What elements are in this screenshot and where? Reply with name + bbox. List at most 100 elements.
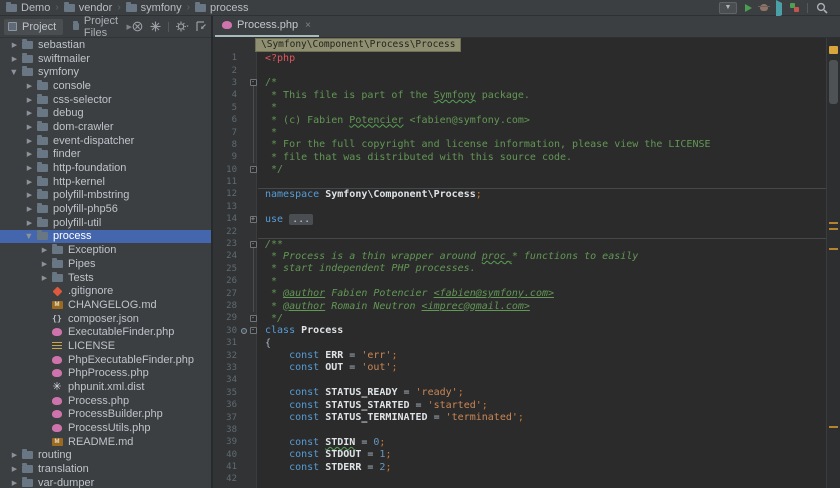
profiler-button[interactable] — [790, 1, 799, 15]
fold-collapse-icon[interactable]: - — [248, 314, 258, 322]
tree-item[interactable]: ▶ debug — [0, 106, 211, 120]
debug-button[interactable] — [758, 1, 770, 15]
tree-item[interactable]: ▶ dom-crawler — [0, 120, 211, 134]
locate-button[interactable] — [150, 21, 161, 32]
collapse-all-button[interactable] — [132, 21, 143, 32]
tree-item[interactable]: ▶ Tests — [0, 271, 211, 285]
tree-item[interactable]: ▶ translation — [0, 462, 211, 476]
collapse-arrow-icon[interactable]: ▶ — [10, 68, 18, 77]
tree-item[interactable]: ▶ProcessUtils.php — [0, 421, 211, 435]
tab-project[interactable]: Project — [4, 18, 64, 35]
tree-item[interactable]: ▶ finder — [0, 148, 211, 162]
error-stripe-scrollbar[interactable] — [826, 38, 840, 488]
fold-collapse-icon[interactable]: - — [248, 327, 258, 335]
tree-item[interactable]: ▶ polyfill-mbstring — [0, 189, 211, 203]
fold-collapse-icon[interactable]: - — [248, 240, 258, 248]
expand-arrow-icon[interactable]: ▶ — [25, 109, 34, 117]
project-tab-label: Project — [22, 20, 57, 33]
code-text: const STATUS_TERMINATED = 'terminated'; — [289, 412, 524, 424]
expand-arrow-icon[interactable]: ▶ — [40, 274, 49, 282]
fold-collapse-icon[interactable]: - — [248, 166, 258, 174]
expand-arrow-icon[interactable]: ▶ — [40, 260, 49, 268]
warning-stripe-mark[interactable] — [829, 222, 838, 224]
tree-item[interactable]: ▶MREADME.md — [0, 435, 211, 449]
expand-arrow-icon[interactable]: ▶ — [25, 219, 34, 227]
tree-item[interactable]: ▶ProcessBuilder.php — [0, 408, 211, 422]
editor-body[interactable]: \Symfony\Component\Process\Process 1 <?ph… — [213, 38, 840, 488]
tab-project-files[interactable]: Project Files ▶ — [73, 15, 132, 39]
tree-item[interactable]: ▶{}composer.json — [0, 312, 211, 326]
expand-arrow-icon[interactable]: ▶ — [25, 137, 34, 145]
tree-item[interactable]: ▶ symfony — [0, 65, 211, 79]
warning-stripe-mark[interactable] — [829, 228, 838, 230]
code-text: /** — [265, 238, 284, 250]
line-number: 38 — [226, 424, 237, 435]
settings-button[interactable] — [175, 21, 189, 32]
close-icon[interactable]: × — [305, 20, 311, 31]
tree-item[interactable]: ▶ http-kernel — [0, 175, 211, 189]
tab-process-php[interactable]: Process.php × — [215, 15, 319, 37]
collapse-arrow-icon[interactable]: ▶ — [25, 232, 33, 241]
warning-stripe-mark[interactable] — [829, 248, 838, 250]
search-button[interactable] — [816, 1, 828, 15]
tree-item[interactable]: ▶✳phpunit.xml.dist — [0, 380, 211, 394]
breadcrumb: Demo › vendor › symfony › process — [6, 1, 249, 14]
tree-item[interactable]: ▶ console — [0, 79, 211, 93]
warning-stripe-mark[interactable] — [829, 426, 838, 428]
tree-item[interactable]: ▶ polyfill-util — [0, 216, 211, 230]
expand-arrow-icon[interactable]: ▶ — [25, 191, 34, 199]
tree-item[interactable]: ▶MCHANGELOG.md — [0, 298, 211, 312]
run-button[interactable] — [745, 1, 752, 15]
expand-arrow-icon[interactable]: ▶ — [25, 150, 34, 158]
tree-item[interactable]: ▶ Exception — [0, 243, 211, 257]
tree-item[interactable]: ▶ routing — [0, 449, 211, 463]
tree-item[interactable]: ▶ css-selector — [0, 93, 211, 107]
code-line: 3 -/* — [213, 77, 826, 89]
expand-arrow-icon[interactable]: ▶ — [25, 82, 34, 90]
tree-item[interactable]: ▶ http-foundation — [0, 161, 211, 175]
expand-arrow-icon[interactable]: ▶ — [10, 479, 19, 487]
expand-arrow-icon[interactable]: ▶ — [25, 123, 34, 131]
tree-item[interactable]: ▶PhpProcess.php — [0, 367, 211, 381]
inspection-indicator[interactable] — [829, 46, 838, 54]
tree-item[interactable]: ▶Process.php — [0, 394, 211, 408]
expand-arrow-icon[interactable]: ▶ — [25, 96, 34, 104]
fold-collapse-icon[interactable]: - — [248, 79, 258, 87]
folded-code-placeholder[interactable]: ... — [289, 213, 314, 225]
tree-item[interactable]: ▶ Pipes — [0, 257, 211, 271]
tree-item[interactable]: ▶LICENSE — [0, 339, 211, 353]
project-panel: Project Project Files ▶ ▶ sebastian ▶ swift… — [0, 15, 213, 488]
scrollbar-thumb[interactable] — [829, 60, 838, 104]
tree-item[interactable]: ▶ event-dispatcher — [0, 134, 211, 148]
expand-arrow-icon[interactable]: ▶ — [10, 465, 19, 473]
breadcrumb-item[interactable]: process — [194, 1, 249, 14]
tree-item[interactable]: ▶ process — [0, 229, 211, 244]
tree-item[interactable]: ▶PhpExecutableFinder.php — [0, 353, 211, 367]
folder-icon — [51, 271, 63, 283]
tree-item[interactable]: ▶ sebastian — [0, 38, 211, 52]
tree-item[interactable]: ▶ polyfill-php56 — [0, 202, 211, 216]
expand-arrow-icon[interactable]: ▶ — [10, 451, 19, 459]
fold-expand-icon[interactable]: + — [248, 215, 258, 223]
expand-arrow-icon[interactable]: ▶ — [25, 205, 34, 213]
breadcrumb-item[interactable]: symfony — [125, 1, 182, 14]
editor-tab-bar: Process.php × — [213, 16, 840, 38]
expand-arrow-icon[interactable]: ▶ — [40, 246, 49, 254]
expand-arrow-icon[interactable]: ▶ — [10, 55, 19, 63]
tree-item[interactable]: ▶.gitignore — [0, 284, 211, 298]
hide-button[interactable] — [196, 21, 207, 32]
code-line: 25 * start independent PHP processes. — [213, 263, 826, 275]
breadcrumb-item[interactable]: vendor — [63, 1, 112, 14]
line-number: 26 — [226, 276, 237, 287]
window-list-dropdown[interactable]: ▼ — [719, 1, 737, 15]
expand-arrow-icon[interactable]: ▶ — [25, 178, 34, 186]
class-gutter-icon[interactable] — [239, 327, 248, 334]
coverage-button[interactable] — [776, 0, 782, 18]
tree-item[interactable]: ▶ExecutableFinder.php — [0, 325, 211, 339]
expand-arrow-icon[interactable]: ▶ — [25, 164, 34, 172]
breadcrumb-item[interactable]: Demo — [6, 1, 50, 14]
expand-arrow-icon[interactable]: ▶ — [10, 41, 19, 49]
folder-icon — [36, 79, 48, 91]
tree-item[interactable]: ▶ var-dumper — [0, 476, 211, 488]
tree-item[interactable]: ▶ swiftmailer — [0, 52, 211, 66]
